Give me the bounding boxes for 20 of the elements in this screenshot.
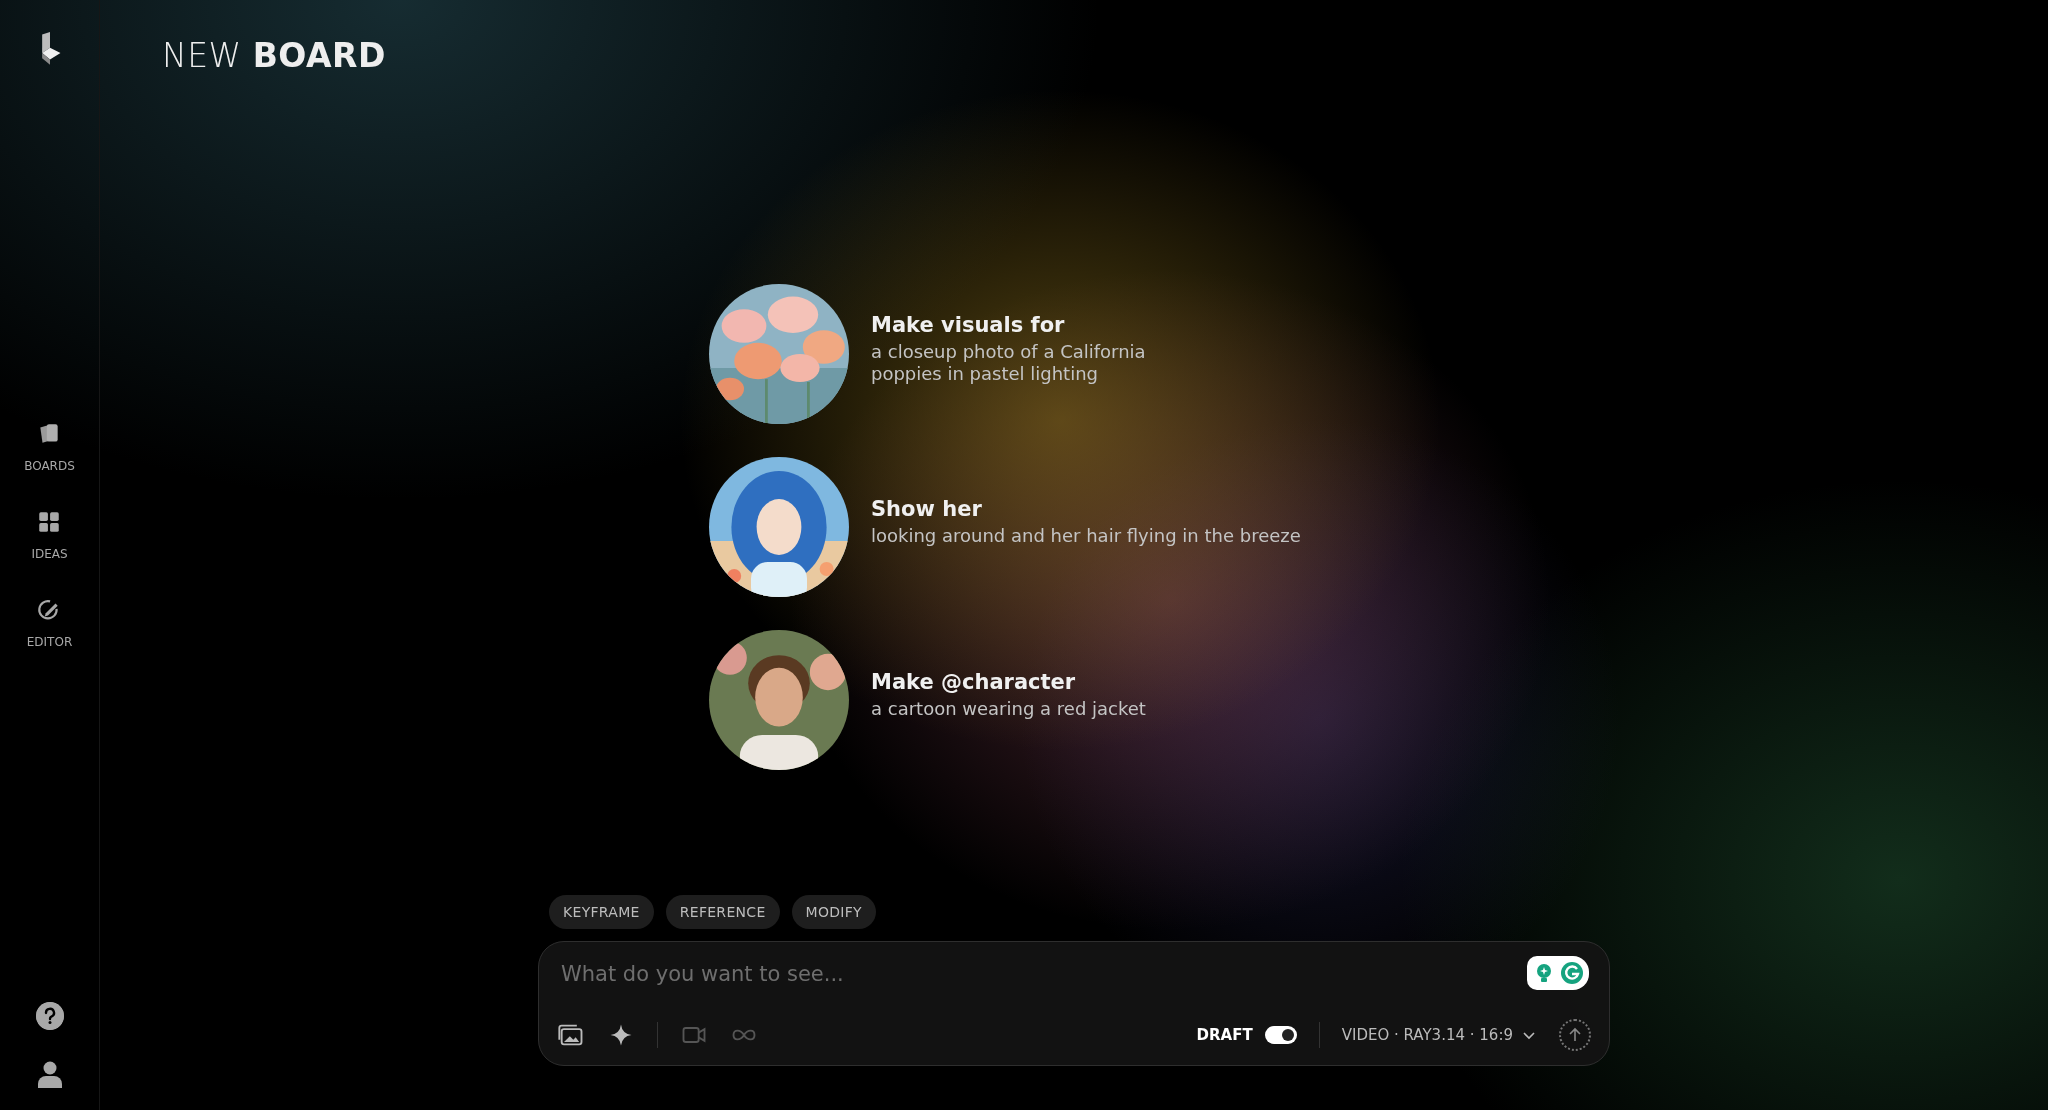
suggestion-text[interactable]: a cartoon wearing a red jacket xyxy=(871,698,1146,720)
user-icon[interactable] xyxy=(36,1060,63,1088)
assistant-badge[interactable] xyxy=(1527,956,1589,990)
suggestion-text[interactable]: looking around and her hair flying in the breeze xyxy=(871,525,1301,547)
nav-item[interactable]: IDEAS xyxy=(24,509,75,561)
mode-chip[interactable]: KEYFRAME xyxy=(549,895,654,929)
help-icon[interactable] xyxy=(35,1002,64,1030)
nav-item[interactable]: BOARDS xyxy=(24,421,75,473)
nav-item[interactable]: EDITOR xyxy=(24,597,75,649)
suggestion-heading[interactable]: Make visuals for xyxy=(871,313,1171,337)
circle-logo-icon xyxy=(1560,961,1584,985)
model-selector[interactable]: VIDEO · RAY3.14 · 16:9 xyxy=(1341,1026,1537,1044)
mode-chip[interactable]: MODIFY xyxy=(791,895,876,929)
draft-toggle[interactable]: DRAFT xyxy=(1196,1026,1297,1044)
page-title: NEW BOARD xyxy=(162,36,387,76)
prompt-input[interactable]: What do you want to see... xyxy=(557,956,1465,992)
suggestion-heading[interactable]: Show her xyxy=(871,497,1301,521)
mode-chip[interactable]: REFERENCE xyxy=(665,895,780,929)
suggestion-text[interactable]: a closeup photo of a California poppies in pastel lighting xyxy=(871,341,1171,385)
suggestion-heading[interactable]: Make @character xyxy=(871,670,1146,694)
